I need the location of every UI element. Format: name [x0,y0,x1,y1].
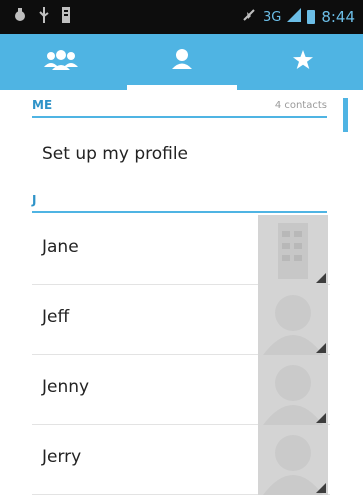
status-bar-notifications [0,7,72,27]
contact-name: Jenny [42,377,90,397]
tab-favorites[interactable] [242,34,363,90]
quick-contact-corner-icon [316,413,326,423]
tab-contacts[interactable] [121,34,242,90]
scrollbar[interactable] [343,98,348,132]
quick-contact-corner-icon [316,343,326,353]
contact-count: 4 contacts [274,99,327,111]
usb-debug-icon [12,7,28,27]
contact-row-jeff[interactable]: Jeff [32,285,330,355]
battery-icon [307,10,316,24]
usb-icon [38,7,50,27]
section-label: ME [32,98,53,112]
contact-list[interactable]: ME 4 contacts Set up my profile J Jane J… [0,90,363,495]
tab-bar [0,34,363,90]
section-header-j: J [32,189,327,213]
contact-row-jane[interactable]: Jane [32,215,330,285]
groups-icon [43,48,79,76]
default-avatar-icon[interactable] [258,285,328,355]
network-type: 3G [262,9,282,25]
signal-icon [287,8,302,26]
tab-groups[interactable] [0,34,121,90]
contact-row-jenny[interactable]: Jenny [32,355,330,425]
contact-name: Jeff [42,307,70,327]
contact-name: Jane [42,237,79,257]
contact-photo-icon[interactable] [258,215,328,285]
sd-card-icon [60,7,72,27]
contact-name: Jerry [42,447,82,467]
quick-contact-corner-icon [316,483,326,493]
set-up-profile-item[interactable]: Set up my profile [42,144,188,164]
status-bar: 3G 8:44 [0,0,363,34]
status-bar-system: 3G 8:44 [241,7,363,27]
clock: 8:44 [321,8,355,26]
section-header-me: ME 4 contacts [32,94,327,118]
quick-contact-corner-icon [316,273,326,283]
section-label: J [32,193,37,207]
contact-row-jerry[interactable]: Jerry [32,425,330,495]
mute-icon [241,7,257,27]
default-avatar-icon[interactable] [258,355,328,425]
person-icon [170,47,194,77]
default-avatar-icon[interactable] [258,425,328,495]
star-icon [292,49,314,75]
